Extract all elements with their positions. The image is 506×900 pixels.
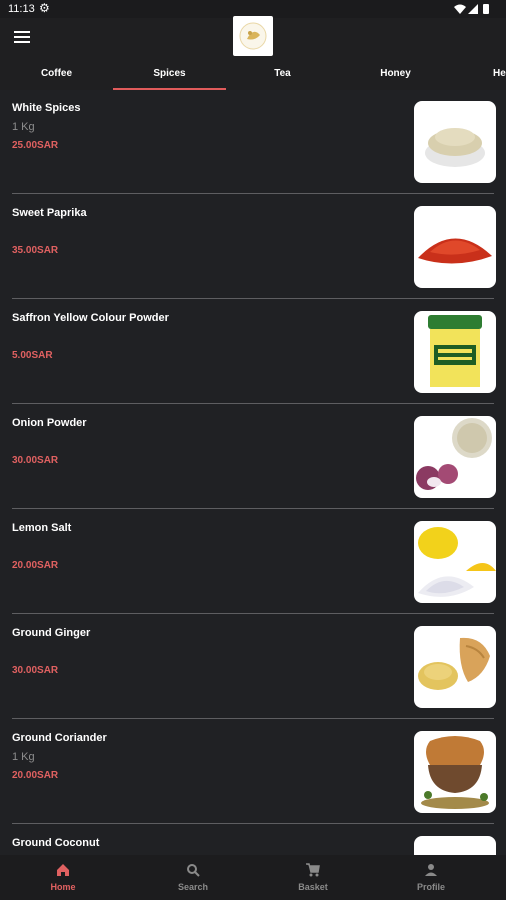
cart-icon (306, 863, 320, 877)
product-item[interactable]: Onion Powder 30.00SAR (0, 405, 506, 509)
category-tabs: Coffee Spices Tea Honey He (0, 62, 506, 90)
tab-tea[interactable]: Tea (226, 62, 339, 90)
product-item[interactable]: Ground Coriander 1 Kg 20.00SAR (0, 720, 506, 824)
search-icon (187, 864, 200, 877)
nav-home[interactable]: Home (0, 855, 126, 900)
product-name: Lemon Salt (12, 522, 72, 534)
product-image (414, 101, 496, 183)
profile-icon (425, 864, 437, 876)
product-image (414, 206, 496, 288)
product-name: Ground Coriander (12, 732, 107, 744)
tab-partial[interactable]: He (452, 62, 506, 90)
product-name: Sweet Paprika (12, 207, 87, 219)
product-price: 35.00SAR (12, 245, 59, 256)
nav-search-label: Search (177, 882, 209, 892)
settings-gear-icon: ⚙ (39, 1, 50, 15)
tab-coffee[interactable]: Coffee (0, 62, 113, 90)
nav-profile-label: Profile (416, 882, 445, 892)
product-name: White Spices (12, 102, 81, 114)
product-price: 20.00SAR (12, 770, 59, 781)
menu-button[interactable] (14, 31, 30, 45)
nav-home-label: Home (50, 882, 76, 892)
product-item[interactable]: White Spices 1 Kg 25.00SAR (0, 90, 506, 194)
tab-spices[interactable]: Spices (113, 62, 226, 90)
product-name: Onion Powder (12, 417, 87, 429)
product-name: Ground Coconut (12, 837, 100, 849)
product-list: White Spices 1 Kg 25.00SAR Sweet Paprika… (0, 90, 506, 855)
product-image (414, 311, 496, 393)
nav-basket[interactable]: Basket (250, 855, 376, 900)
product-quantity: 1 Kg (12, 121, 35, 133)
home-icon (57, 864, 69, 876)
product-image (414, 731, 496, 813)
bottom-navigation: Home Search Basket Profile (0, 855, 506, 900)
product-image (414, 836, 496, 855)
product-item[interactable]: Ground Ginger 30.00SAR (0, 615, 506, 719)
wifi-icon (454, 4, 466, 14)
product-name: Ground Ginger (12, 627, 91, 639)
product-item[interactable]: Lemon Salt 20.00SAR (0, 510, 506, 614)
product-item[interactable]: Sweet Paprika 35.00SAR (0, 195, 506, 299)
product-price: 20.00SAR (12, 560, 59, 571)
store-logo (233, 16, 273, 56)
product-quantity: 1 Kg (12, 751, 35, 763)
product-image (414, 416, 496, 498)
app-bar (0, 16, 506, 62)
nav-profile[interactable]: Profile (368, 855, 494, 900)
product-price: 25.00SAR (12, 140, 59, 151)
product-item[interactable]: Saffron Yellow Colour Powder 5.00SAR (0, 300, 506, 404)
status-time: 11:13 (8, 3, 35, 15)
product-price: 30.00SAR (12, 455, 59, 466)
product-image (414, 626, 496, 708)
battery-icon (483, 4, 489, 14)
nav-basket-label: Basket (298, 882, 328, 892)
tab-honey[interactable]: Honey (339, 62, 452, 90)
signal-icon (468, 4, 478, 14)
product-item[interactable]: Ground Coconut (0, 825, 506, 855)
nav-search[interactable]: Search (130, 855, 256, 900)
product-price: 30.00SAR (12, 665, 59, 676)
product-price: 5.00SAR (12, 350, 53, 361)
system-status-icons (454, 4, 489, 14)
product-image (414, 521, 496, 603)
product-name: Saffron Yellow Colour Powder (12, 312, 169, 324)
